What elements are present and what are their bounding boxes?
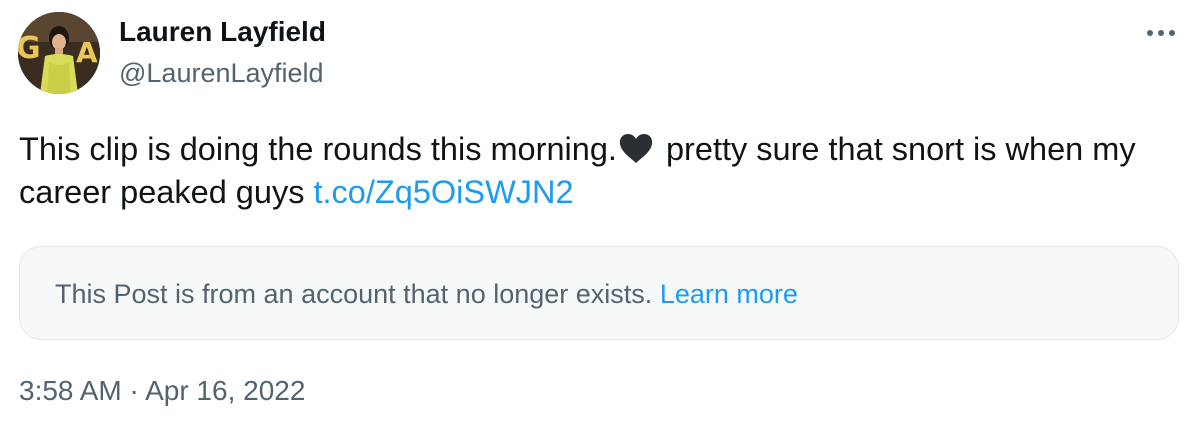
more-options-button[interactable] [1138, 16, 1184, 50]
timestamp-separator: · [129, 375, 139, 406]
author-name[interactable]: Lauren Layfield [119, 15, 326, 49]
author-handle[interactable]: @LaurenLayfield [119, 57, 324, 89]
more-horizontal-icon [1147, 30, 1153, 36]
notice-message: This Post is from an account that no lon… [55, 279, 653, 309]
timestamp-date: Apr 16, 2022 [145, 375, 306, 406]
timestamp[interactable]: 3:58 AM · Apr 16, 2022 [19, 374, 305, 408]
timestamp-time: 3:58 AM [19, 375, 122, 406]
black-heart-icon [619, 134, 653, 163]
more-horizontal-icon [1169, 30, 1175, 36]
tweet-text: This clip is doing the rounds this morni… [19, 128, 1169, 214]
profile-photo-icon: G A [18, 12, 100, 94]
tweet-card: G A Lauren Layfield @LaurenLayfield This… [0, 0, 1200, 425]
notice-text: This Post is from an account that no lon… [55, 277, 798, 311]
svg-text:G: G [18, 31, 41, 66]
more-horizontal-icon [1158, 30, 1164, 36]
avatar[interactable]: G A [18, 12, 100, 94]
tweet-text-part: This clip is doing the rounds this morni… [19, 131, 617, 167]
svg-text:A: A [76, 36, 98, 69]
deleted-account-notice: This Post is from an account that no lon… [19, 246, 1179, 340]
tweet-link[interactable]: t.co/Zq5OiSWJN2 [313, 174, 573, 210]
learn-more-link[interactable]: Learn more [660, 279, 798, 309]
